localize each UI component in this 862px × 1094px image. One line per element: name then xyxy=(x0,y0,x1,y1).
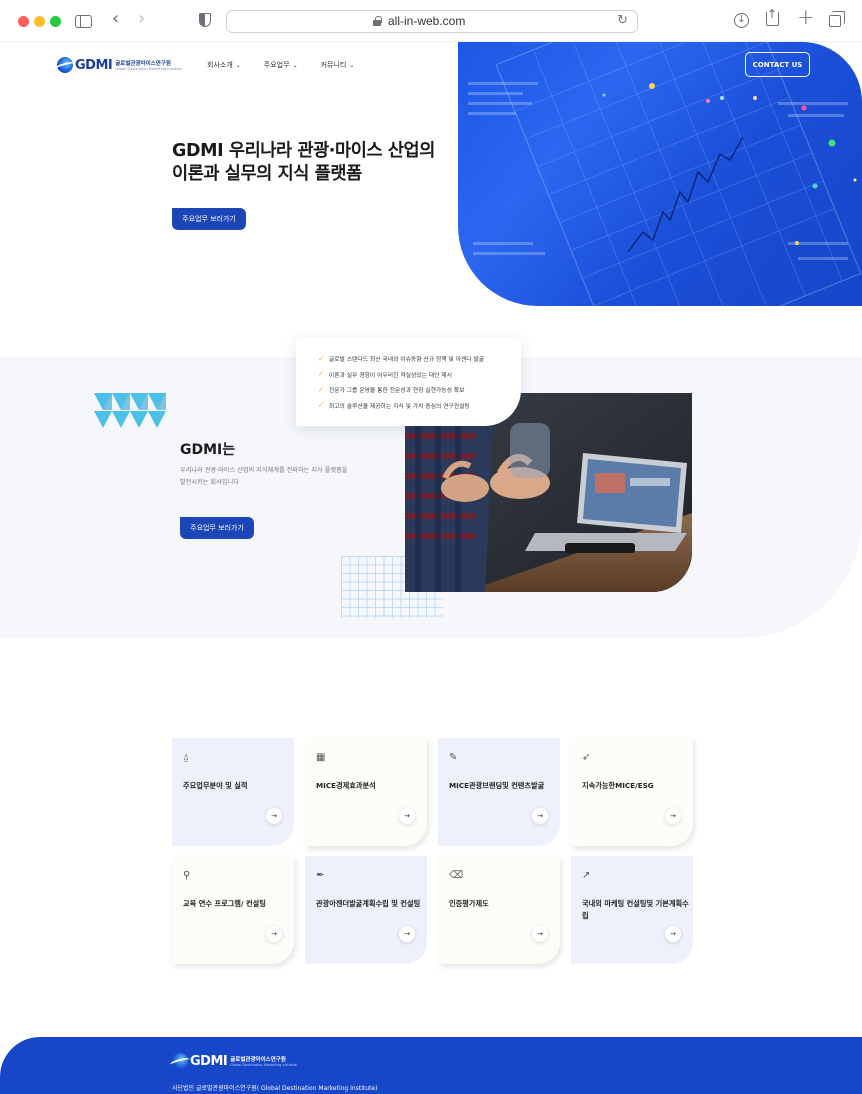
about-description-line-1: 우리나라 관광·마이스 산업의 지식체계를 전파하는 지식 플랫폼을 xyxy=(180,467,348,474)
hero-title-line-2: 이론과 실무의 지식 플랫폼 xyxy=(172,164,362,184)
checklist-card: ✓ 글로벌 스탠다드 최신 국내외 이슈동향 신규 정책 및 아젠다 발굴 ✓ 이론… xyxy=(296,338,521,426)
arrow-right-icon[interactable]: → xyxy=(399,808,415,824)
checklist-text: 글로벌 스탠다드 최신 국내외 이슈동향 신규 정책 및 아젠다 발굴 xyxy=(328,357,485,364)
check-icon: ✓ xyxy=(318,401,324,410)
about-description-line-2: 발전시키는 회사입니다 xyxy=(180,479,239,486)
checklist-item: ✓ 이론과 실무 경험이 어우러진 적실성있는 대안 제시 xyxy=(318,367,521,383)
service-card-agenda-planning[interactable]: ✒ 관광아젠더발굴계획수립 및 컨설팅 → xyxy=(305,856,427,964)
logo-subtitle-en: Global Destination Marketing Institute xyxy=(115,67,182,71)
checklist-text: 전문가 그룹 운영을 통한 전문성과 현장 실현가능성 확보 xyxy=(328,388,465,395)
chevron-down-icon: ⌄ xyxy=(292,61,298,69)
logo-text: GDMI xyxy=(75,57,113,73)
service-card-title: 주요업무분야 및 실적 xyxy=(183,781,248,790)
logo-subtitle-ko: 글로벌관광마이스연구원 xyxy=(230,1057,286,1063)
new-tab-icon[interactable]: + xyxy=(797,7,815,28)
footer xyxy=(0,1037,862,1094)
service-card-title: 국내외 마케팅 컨설팅및 기본계획수립 xyxy=(582,899,689,920)
arrow-right-icon[interactable]: → xyxy=(532,808,548,824)
about-description: 우리나라 관광·마이스 산업의 지식체계를 전파하는 지식 플랫폼을 발전시키는… xyxy=(180,465,380,489)
service-card-main-business[interactable]: ⍙ 주요업무분야 및 실적 → xyxy=(172,738,294,846)
browser-toolbar: ‹ › all-in-web.com ↻ ↓ + xyxy=(0,0,862,42)
address-bar[interactable]: all-in-web.com ↻ xyxy=(226,10,638,33)
nav-item-about[interactable]: 회사소개 ⌄ xyxy=(207,60,241,70)
contact-us-button[interactable]: CONTACT US xyxy=(745,52,810,77)
service-card-title: 교육 연수 프로그램/ 컨설팅 xyxy=(183,899,266,908)
checklist-text: 최고의 솔루션을 제공하는 지식 및 가치 중심의 연구컨설팅 xyxy=(328,403,470,410)
hero-image xyxy=(458,42,862,306)
checklist-item: ✓ 전문가 그룹 운영을 통한 전문성과 현장 실현가능성 확보 xyxy=(318,382,521,398)
nav-item-services[interactable]: 주요업무 ⌄ xyxy=(264,60,298,70)
about-services-button[interactable]: 주요업무 보러가기 xyxy=(180,517,254,539)
footer-org-name: 사단법인 글로벌관광마이스연구원( Global Destination Mar… xyxy=(172,1085,378,1092)
service-card-title: 인증평가제도 xyxy=(449,899,489,908)
forward-icon[interactable]: › xyxy=(138,10,145,28)
service-card-title: 지속가능한MICE/ESG xyxy=(582,781,654,790)
sidebar-icon[interactable] xyxy=(75,15,92,28)
service-card-education[interactable]: ⚲ 교육 연수 프로그램/ 컨설팅 → xyxy=(172,856,294,964)
tag-icon: ✎ xyxy=(449,752,458,763)
arrow-right-icon[interactable]: → xyxy=(665,926,681,942)
logo-subtitle: 글로벌관광마이스연구원 Global Destination Marketing… xyxy=(230,1055,297,1067)
download-icon[interactable]: ↓ xyxy=(734,13,749,28)
arrow-right-icon[interactable]: → xyxy=(532,926,548,942)
service-card-title: MICE경제효과분석 xyxy=(316,781,376,790)
checklist-item: ✓ 최고의 솔루션을 제공하는 지식 및 가치 중심의 연구컨설팅 xyxy=(318,398,521,414)
nav-label: 주요업무 xyxy=(263,61,290,69)
reload-icon[interactable]: ↻ xyxy=(617,13,628,28)
shield-icon[interactable] xyxy=(199,13,211,27)
rocket-icon: ⍙ xyxy=(183,752,189,763)
service-card-marketing[interactable]: ↗ 국내외 마케팅 컨설팅및 기본계획수립 → xyxy=(571,856,693,964)
service-card-esg[interactable]: ➶ 지속가능한MICE/ESG → xyxy=(571,738,693,846)
nav-label: 회사소개 xyxy=(207,61,233,69)
hero-services-button[interactable]: 주요업무 보러가기 xyxy=(172,208,246,230)
arrow-right-icon[interactable]: → xyxy=(665,808,681,824)
back-icon[interactable]: ‹ xyxy=(112,10,119,28)
route-icon: ⚲ xyxy=(183,870,191,881)
about-title: GDMI는 xyxy=(180,442,236,458)
checklist-text: 이론과 실무 경험이 어우러진 적실성있는 대안 제시 xyxy=(328,372,452,379)
calculator-icon: ▦ xyxy=(316,752,326,763)
checklist-item: ✓ 글로벌 스탠다드 최신 국내외 이슈동향 신규 정책 및 아젠다 발굴 xyxy=(318,351,521,367)
chart-line-icon: ↗ xyxy=(582,870,591,881)
logo-text: GDMI xyxy=(190,1053,228,1069)
arrow-right-icon[interactable]: → xyxy=(266,808,282,824)
service-card-branding[interactable]: ✎ MICE관광브랜딩및 컨텐츠발굴 → xyxy=(438,738,560,846)
lock-icon xyxy=(373,16,382,26)
logo-subtitle-ko: 글로벌관광마이스연구원 xyxy=(115,61,171,67)
main-nav: 회사소개 ⌄ 주요업무 ⌄ 커뮤니티 ⌄ xyxy=(207,60,354,70)
footer-logo[interactable]: GDMI 글로벌관광마이스연구원 Global Destination Mark… xyxy=(172,1053,297,1069)
check-icon: ✓ xyxy=(318,385,324,394)
pen-icon: ✒ xyxy=(316,870,325,881)
arrow-right-icon[interactable]: → xyxy=(266,926,282,942)
logo-subtitle-en: Global Destination Marketing Institute xyxy=(230,1063,297,1067)
service-card-certification[interactable]: ⌫ 인증평가제도 → xyxy=(438,856,560,964)
check-icon: ✓ xyxy=(318,354,324,363)
globe-logo-icon xyxy=(57,57,73,73)
eraser-icon: ⌫ xyxy=(449,870,464,881)
site-logo[interactable]: GDMI 글로벌관광마이스연구원 Global Destination Mark… xyxy=(57,57,182,73)
hero-title: GDMI 우리나라 관광·마이스 산업의 이론과 실무의 지식 플랫폼 xyxy=(172,140,435,186)
hero-title-line-1: GDMI 우리나라 관광·마이스 산업의 xyxy=(172,141,435,161)
nav-item-community[interactable]: 커뮤니티 ⌄ xyxy=(321,60,355,70)
send-icon: ➶ xyxy=(582,752,591,763)
service-card-title: 관광아젠더발굴계획수립 및 컨설팅 xyxy=(316,899,421,908)
globe-logo-icon xyxy=(172,1053,188,1069)
service-card-title: MICE관광브랜딩및 컨텐츠발굴 xyxy=(449,781,545,790)
chevron-down-icon: ⌄ xyxy=(235,61,241,69)
minimize-window-button[interactable] xyxy=(34,16,45,27)
close-window-button[interactable] xyxy=(18,16,29,27)
maximize-window-button[interactable] xyxy=(50,16,61,27)
logo-subtitle: 글로벌관광마이스연구원 Global Destination Marketing… xyxy=(115,59,182,71)
triangle-pattern-icon xyxy=(94,393,166,428)
tabs-icon[interactable] xyxy=(829,11,845,27)
arrow-right-icon[interactable]: → xyxy=(399,926,415,942)
url-text: all-in-web.com xyxy=(388,14,466,28)
check-icon: ✓ xyxy=(318,370,324,379)
share-icon[interactable] xyxy=(766,5,779,26)
service-card-economic-analysis[interactable]: ▦ MICE경제효과분석 → xyxy=(305,738,427,846)
chevron-down-icon: ⌄ xyxy=(349,61,355,69)
nav-label: 커뮤니티 xyxy=(320,61,347,69)
